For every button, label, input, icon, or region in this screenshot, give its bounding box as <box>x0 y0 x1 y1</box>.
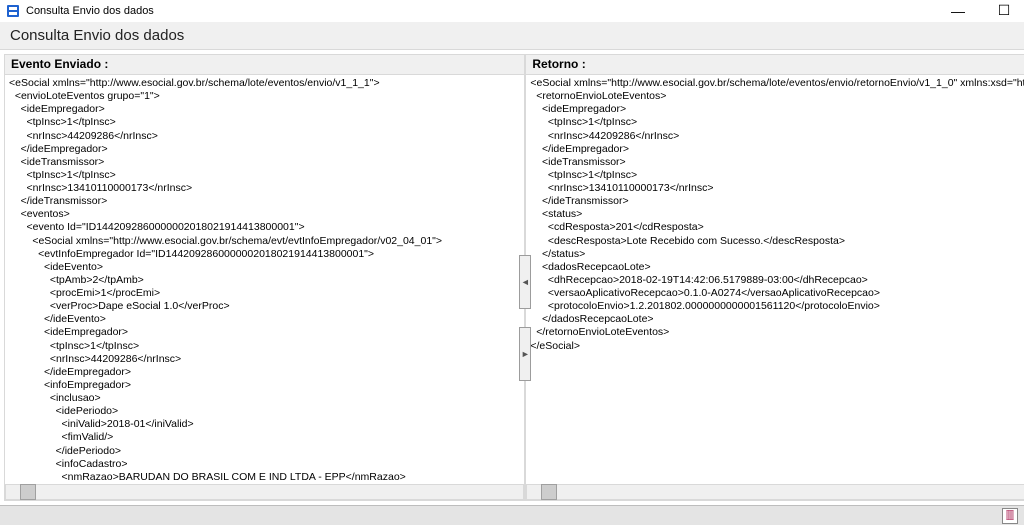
panel-title-left: Evento Enviado : <box>5 55 524 75</box>
status-bar: 🀫 <box>0 505 1024 525</box>
status-indicator-icon: 🀫 <box>1002 508 1018 524</box>
panel-title-right: Retorno : <box>526 55 1024 75</box>
window-titlebar: Consulta Envio dos dados — ☐ <box>0 0 1024 22</box>
xml-evento-enviado[interactable]: <eSocial xmlns="http://www.esocial.gov.b… <box>5 75 524 484</box>
minimize-button[interactable]: — <box>938 0 978 22</box>
window-title: Consulta Envio dos dados <box>26 5 154 17</box>
xml-retorno[interactable]: <eSocial xmlns="http://www.esocial.gov.b… <box>526 75 1024 484</box>
app-icon <box>6 4 20 18</box>
h-scrollbar-left[interactable] <box>5 484 524 500</box>
panel-evento-enviado: Evento Enviado : <eSocial xmlns="http://… <box>4 54 525 501</box>
collapse-left-button[interactable]: ◄ <box>519 255 531 309</box>
main-split: Evento Enviado : <eSocial xmlns="http://… <box>4 54 1024 501</box>
page-header: Consulta Envio dos dados <box>0 22 1024 50</box>
page-title: Consulta Envio dos dados <box>10 27 184 44</box>
panel-retorno: Retorno : <eSocial xmlns="http://www.eso… <box>525 54 1024 501</box>
h-scrollbar-right[interactable] <box>526 484 1024 500</box>
maximize-button[interactable]: ☐ <box>984 0 1024 22</box>
collapse-right-button[interactable]: ► <box>519 327 531 381</box>
splitter-handles: ◄ ► <box>519 255 531 381</box>
